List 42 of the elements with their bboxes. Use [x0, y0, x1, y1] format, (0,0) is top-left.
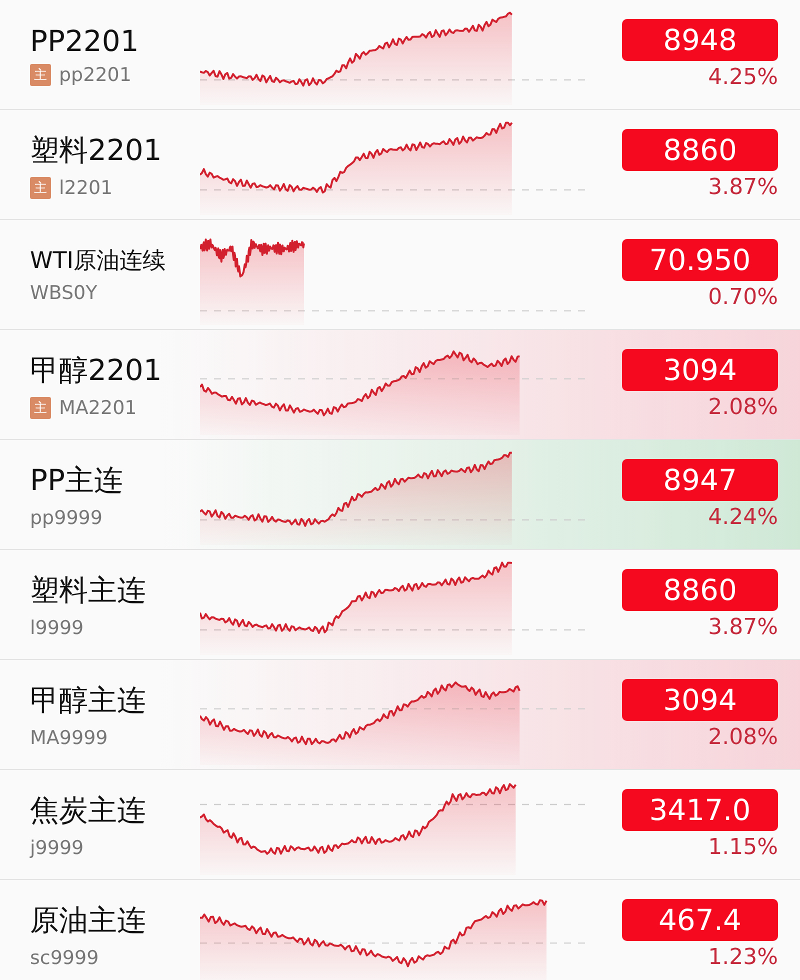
contract-code: MA2201 [59, 396, 137, 418]
price-tag: 3417.0 [622, 789, 778, 831]
price-tag: 3094 [622, 349, 778, 391]
contract-code: j9999 [30, 836, 84, 858]
contract-code: l2201 [59, 176, 113, 198]
quote-row[interactable]: PP主连 pp9999 8947 4.24% [0, 440, 800, 550]
price-tag: 8947 [622, 459, 778, 501]
contract-code: MA9999 [30, 726, 108, 748]
change-percent: 3.87% [708, 615, 778, 640]
price-tag: 3094 [622, 679, 778, 721]
quote-row[interactable]: 甲醇主连 MA9999 3094 2.08% [0, 660, 800, 770]
price-tag: 8860 [622, 569, 778, 611]
contract-name: 塑料2201 [30, 132, 163, 168]
quote-row[interactable]: 甲醇2201 主 MA2201 3094 2.08% [0, 330, 800, 440]
contract-code: l9999 [30, 616, 84, 638]
contract-name: PP主连 [30, 462, 124, 498]
price-tag: 8860 [622, 129, 778, 171]
change-percent: 3.87% [708, 175, 778, 200]
main-contract-badge: 主 [30, 64, 51, 86]
change-percent: 4.25% [708, 65, 778, 90]
main-contract-badge: 主 [30, 176, 51, 198]
contract-code: sc9999 [30, 946, 99, 968]
change-percent: 2.08% [708, 395, 778, 420]
price-tag: 467.4 [622, 899, 778, 941]
contract-code: pp9999 [30, 506, 102, 528]
contract-name: WTI原油连续 [30, 247, 167, 276]
change-percent: 1.15% [708, 835, 778, 860]
contract-name: 原油主连 [30, 902, 147, 938]
price-tag: 8948 [622, 19, 778, 61]
change-percent: 2.08% [708, 725, 778, 750]
contract-code: pp2201 [59, 64, 132, 86]
contract-name: 甲醇2201 [30, 352, 163, 388]
contract-name: PP2201 [30, 24, 140, 58]
contract-name: 塑料主连 [30, 572, 147, 608]
change-percent: 1.23% [708, 945, 778, 970]
contract-name: 焦炭主连 [30, 792, 147, 828]
change-percent: 0.70% [708, 285, 778, 310]
contract-code: WBS0Y [30, 282, 98, 304]
change-percent: 4.24% [708, 505, 778, 530]
main-contract-badge: 主 [30, 396, 51, 418]
price-tag: 70.950 [622, 239, 778, 281]
contract-name: 甲醇主连 [30, 682, 147, 718]
